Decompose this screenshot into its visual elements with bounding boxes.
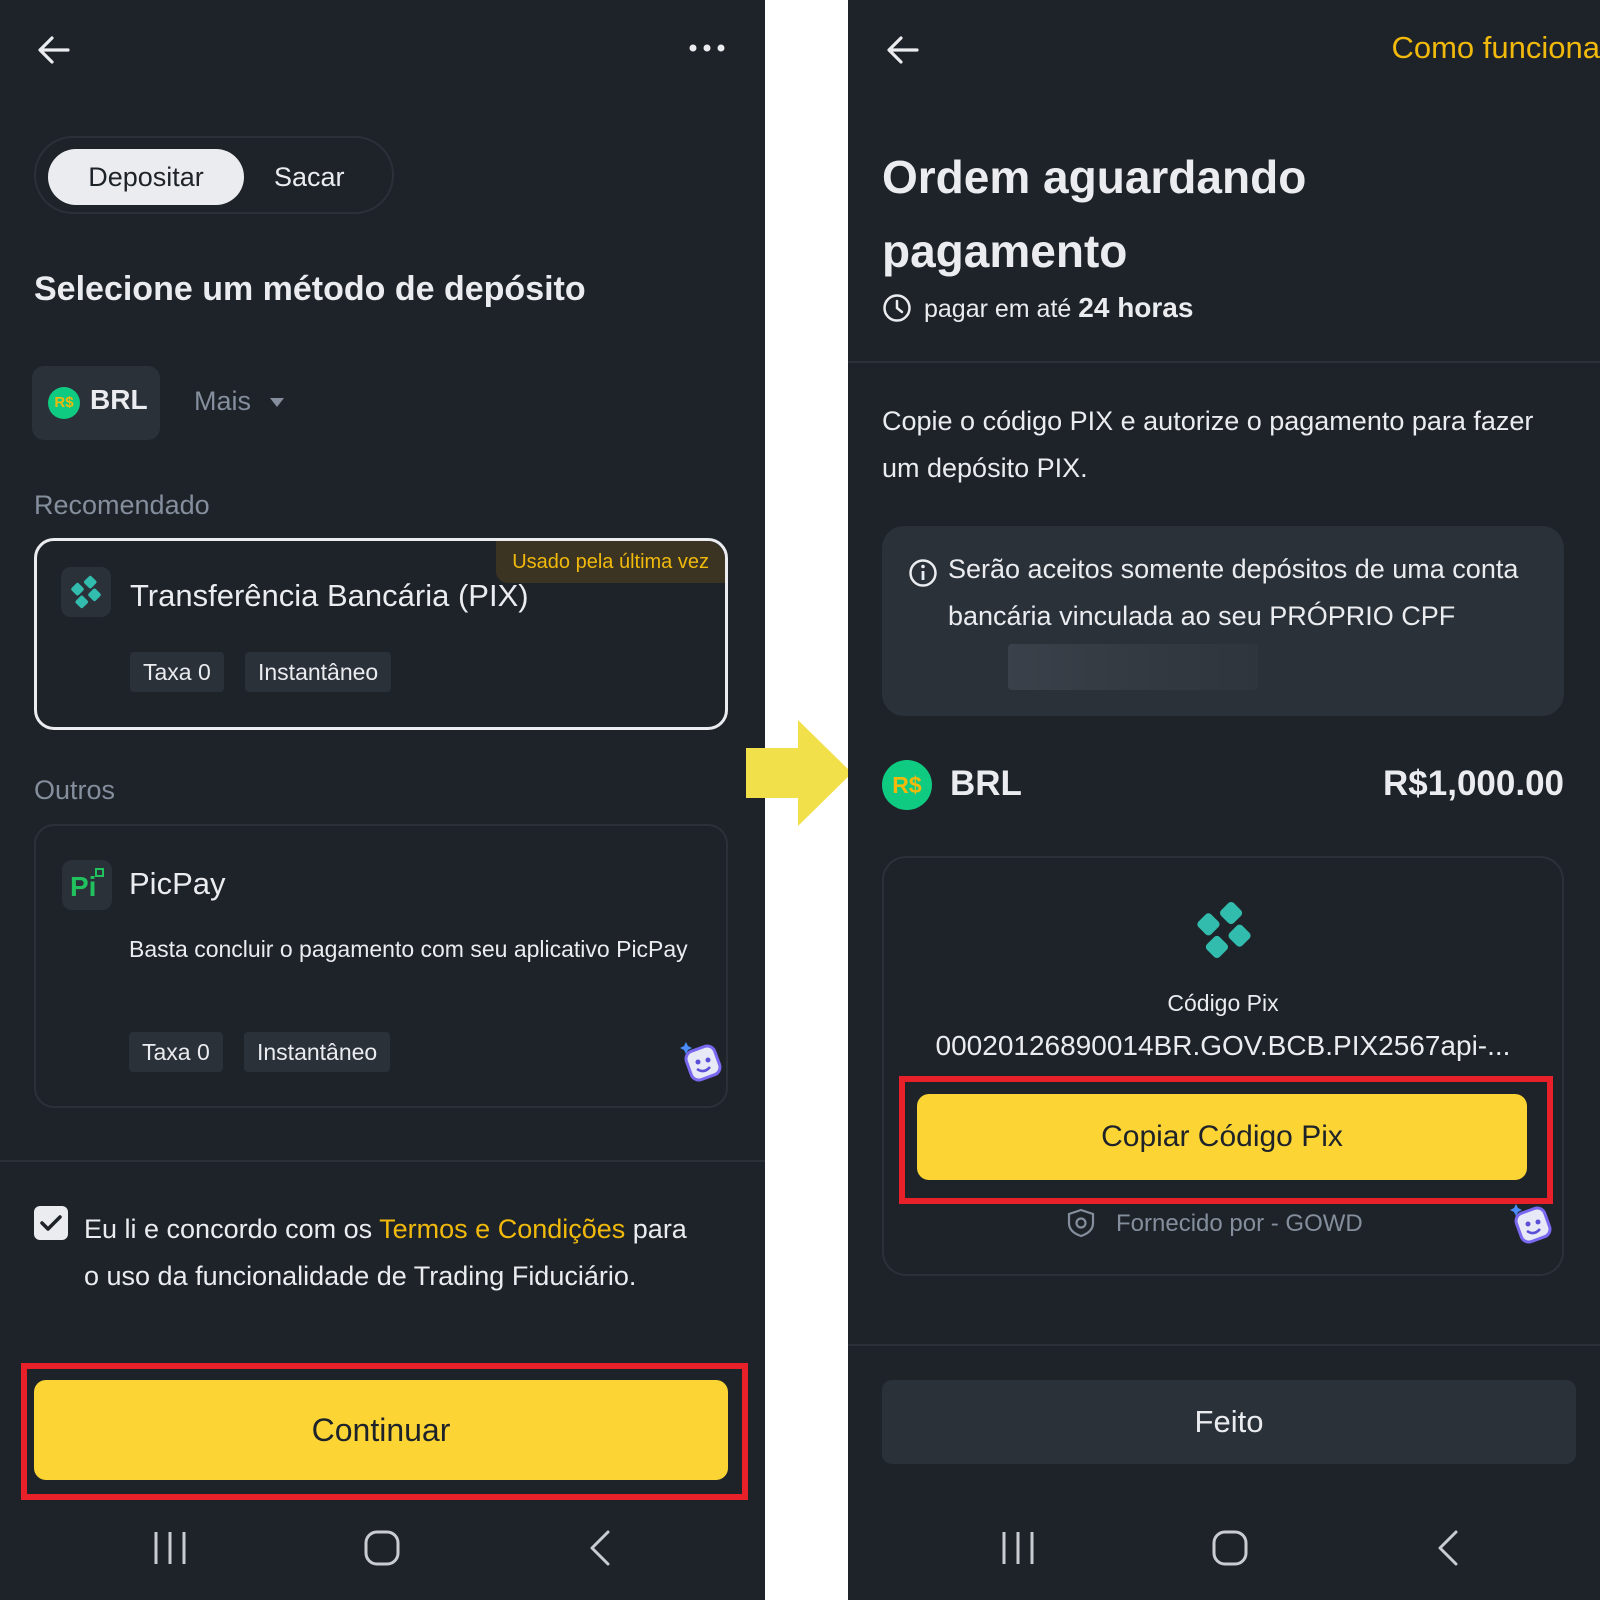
currency-chip-brl[interactable]: R$ BRL [32, 366, 160, 440]
copy-pix-code-button[interactable]: Copiar Código Pix [917, 1094, 1527, 1180]
clock-icon [882, 293, 912, 323]
instant-tag: Instantâneo [244, 1032, 391, 1072]
others-section-label: Outros [34, 775, 116, 805]
provider-text: Fornecido por - GOWD [1116, 1210, 1363, 1237]
pix-code-card: Código Pix 00020126890014BR.GOV.BCB.PIX2… [882, 856, 1564, 1276]
assistant-bot-icon[interactable] [676, 1036, 728, 1088]
info-icon [908, 558, 938, 588]
pix-method-title: Transferência Bancária (PIX) [130, 578, 529, 613]
home-icon[interactable] [1212, 1530, 1248, 1566]
back-arrow-icon[interactable] [36, 32, 72, 68]
more-options-icon[interactable] [688, 42, 726, 54]
cpf-notice-box: Serão aceitos somente depósitos de uma c… [882, 526, 1564, 716]
terms-prefix: Eu li e concordo com os [84, 1214, 380, 1244]
payment-deadline: pagar em até 24 horas [924, 292, 1193, 324]
terms-checkbox[interactable] [34, 1206, 68, 1240]
pix-logo-icon [1184, 890, 1264, 970]
instant-tag: Instantâneo [245, 652, 392, 692]
pix-code-value: 00020126890014BR.GOV.BCB.PIX2567api-... [935, 1030, 1511, 1061]
system-nav-bar [0, 1500, 765, 1600]
picpay-title: PicPay [129, 866, 226, 901]
pix-code-label: Código Pix [1167, 990, 1279, 1016]
terms-text: Eu li e concordo com os Termos e Condiçõ… [84, 1206, 704, 1300]
pix-method-card[interactable]: Usado pela última vez Transferência Banc… [34, 538, 728, 730]
home-icon[interactable] [364, 1530, 400, 1566]
header-divider [848, 361, 1600, 363]
deposit-amount: R$1,000.00 [1383, 764, 1564, 803]
tab-withdraw[interactable]: Sacar [274, 149, 374, 205]
more-currencies-button[interactable]: Mais [194, 386, 251, 417]
caret-down-icon[interactable] [270, 398, 284, 407]
svg-text:Pi: Pi [70, 871, 96, 902]
deadline-value: 24 horas [1078, 292, 1194, 323]
terms-link[interactable]: Termos e Condições [379, 1214, 625, 1244]
continue-button[interactable]: Continuar [34, 1380, 728, 1480]
fee-tag: Taxa 0 [129, 1032, 223, 1072]
back-arrow-icon[interactable] [885, 32, 921, 68]
done-button[interactable]: Feito [882, 1380, 1576, 1464]
pix-logo-icon [61, 567, 111, 617]
section-divider [0, 1160, 765, 1162]
payment-pending-screen: Como funciona Ordem aguardando pagamento… [848, 0, 1600, 1600]
deposit-method-screen: Depositar Sacar Selecione um método de d… [0, 0, 765, 1600]
page-title: Ordem aguardando pagamento [882, 151, 1307, 277]
recent-apps-icon[interactable] [1000, 1530, 1036, 1566]
tab-deposit[interactable]: Depositar [48, 149, 244, 205]
last-used-badge: Usado pela última vez [496, 541, 725, 583]
deadline-prefix: pagar em até [924, 295, 1079, 323]
footer-divider [848, 1344, 1600, 1346]
picpay-method-card[interactable]: Pi PicPay Basta concluir o pagamento com… [34, 824, 728, 1108]
how-it-works-link[interactable]: Como funciona [1391, 30, 1600, 66]
redacted-cpf [1008, 644, 1258, 690]
brl-currency-icon: R$ [882, 760, 932, 810]
cpf-notice-text: Serão aceitos somente depósitos de uma c… [948, 554, 1519, 631]
next-step-arrow-icon [746, 720, 854, 826]
deposit-withdraw-toggle: Depositar Sacar [34, 136, 394, 214]
assistant-bot-icon[interactable] [1506, 1198, 1558, 1250]
fee-tag: Taxa 0 [130, 652, 224, 692]
shield-icon [1066, 1208, 1096, 1238]
back-nav-icon[interactable] [584, 1530, 620, 1566]
system-nav-bar [848, 1500, 1600, 1600]
back-nav-icon[interactable] [1432, 1530, 1468, 1566]
brl-currency-icon: R$ [48, 387, 80, 419]
instructions-text: Copie o código PIX e autorize o pagament… [882, 406, 1534, 483]
page-heading: Selecione um método de depósito [34, 270, 586, 308]
recommended-section-label: Recomendado [34, 490, 210, 520]
recent-apps-icon[interactable] [152, 1530, 188, 1566]
picpay-logo-icon: Pi [62, 860, 112, 910]
currency-code: BRL [950, 764, 1022, 803]
picpay-description: Basta concluir o pagamento com seu aplic… [129, 936, 688, 962]
currency-code: BRL [90, 384, 148, 415]
